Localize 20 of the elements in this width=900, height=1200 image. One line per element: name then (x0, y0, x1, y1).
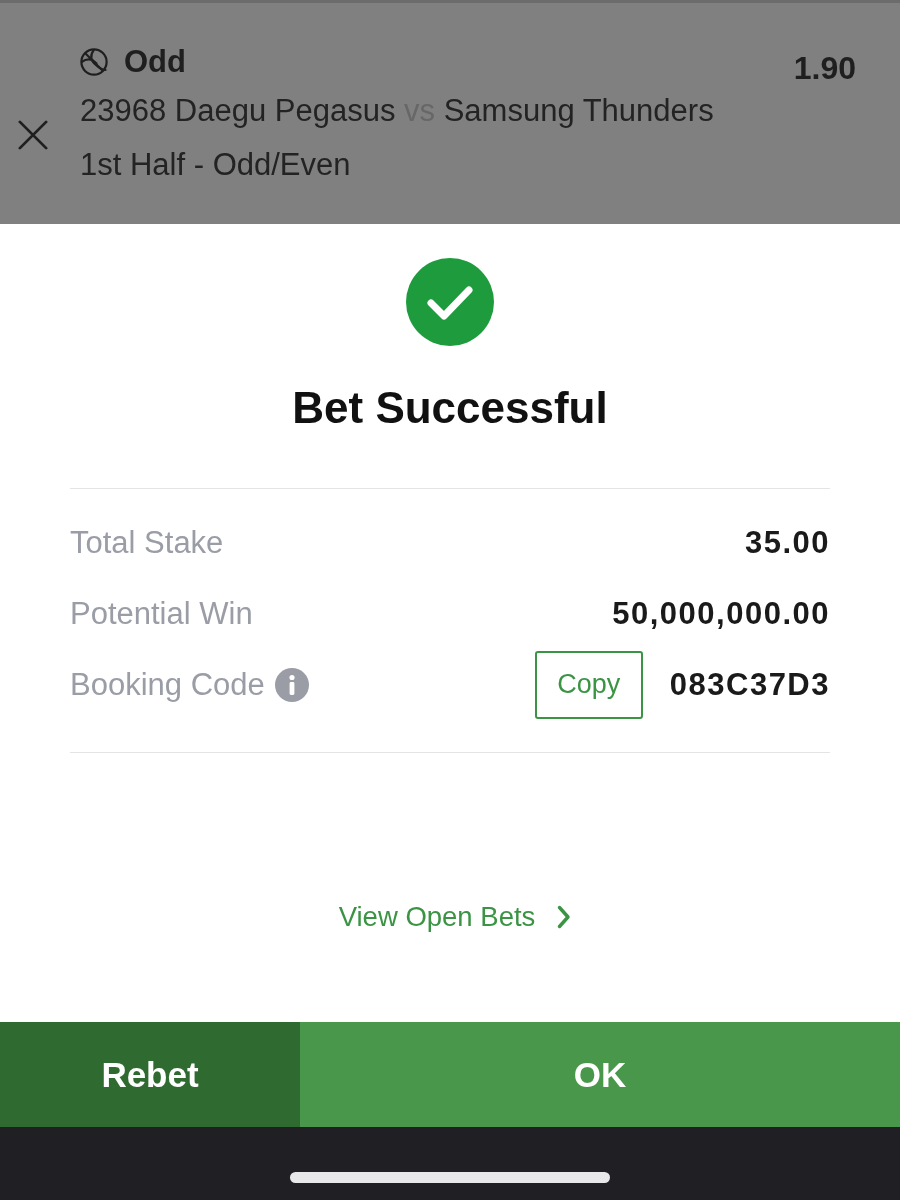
summary-value: 083C37D3 (669, 666, 830, 703)
odds-value: 1.90 (793, 49, 856, 87)
summary-label: Booking Code (70, 666, 265, 703)
summary-label: Total Stake (70, 524, 224, 561)
market-name: 1st Half - Odd/Even (80, 146, 352, 184)
action-button[interactable]: Rebet (0, 1022, 300, 1127)
close-icon (18, 120, 48, 150)
summary-value: 35.00 (744, 524, 830, 561)
success-title: Bet Successful (292, 383, 608, 433)
info-icon[interactable] (274, 667, 309, 702)
close-button[interactable] (16, 118, 50, 152)
summary-label: Potential Win (70, 595, 253, 632)
basketball-icon (80, 48, 108, 76)
copy-button[interactable]: Copy (534, 650, 643, 719)
selection-name: Odd (124, 44, 186, 80)
summary-value: 50,000,000.00 (612, 595, 830, 632)
action-button[interactable]: OK (300, 1022, 900, 1127)
chevron-right-icon (557, 905, 572, 929)
success-check-icon (406, 258, 494, 346)
view-open-bets-link[interactable]: View Open Bets (328, 899, 572, 935)
